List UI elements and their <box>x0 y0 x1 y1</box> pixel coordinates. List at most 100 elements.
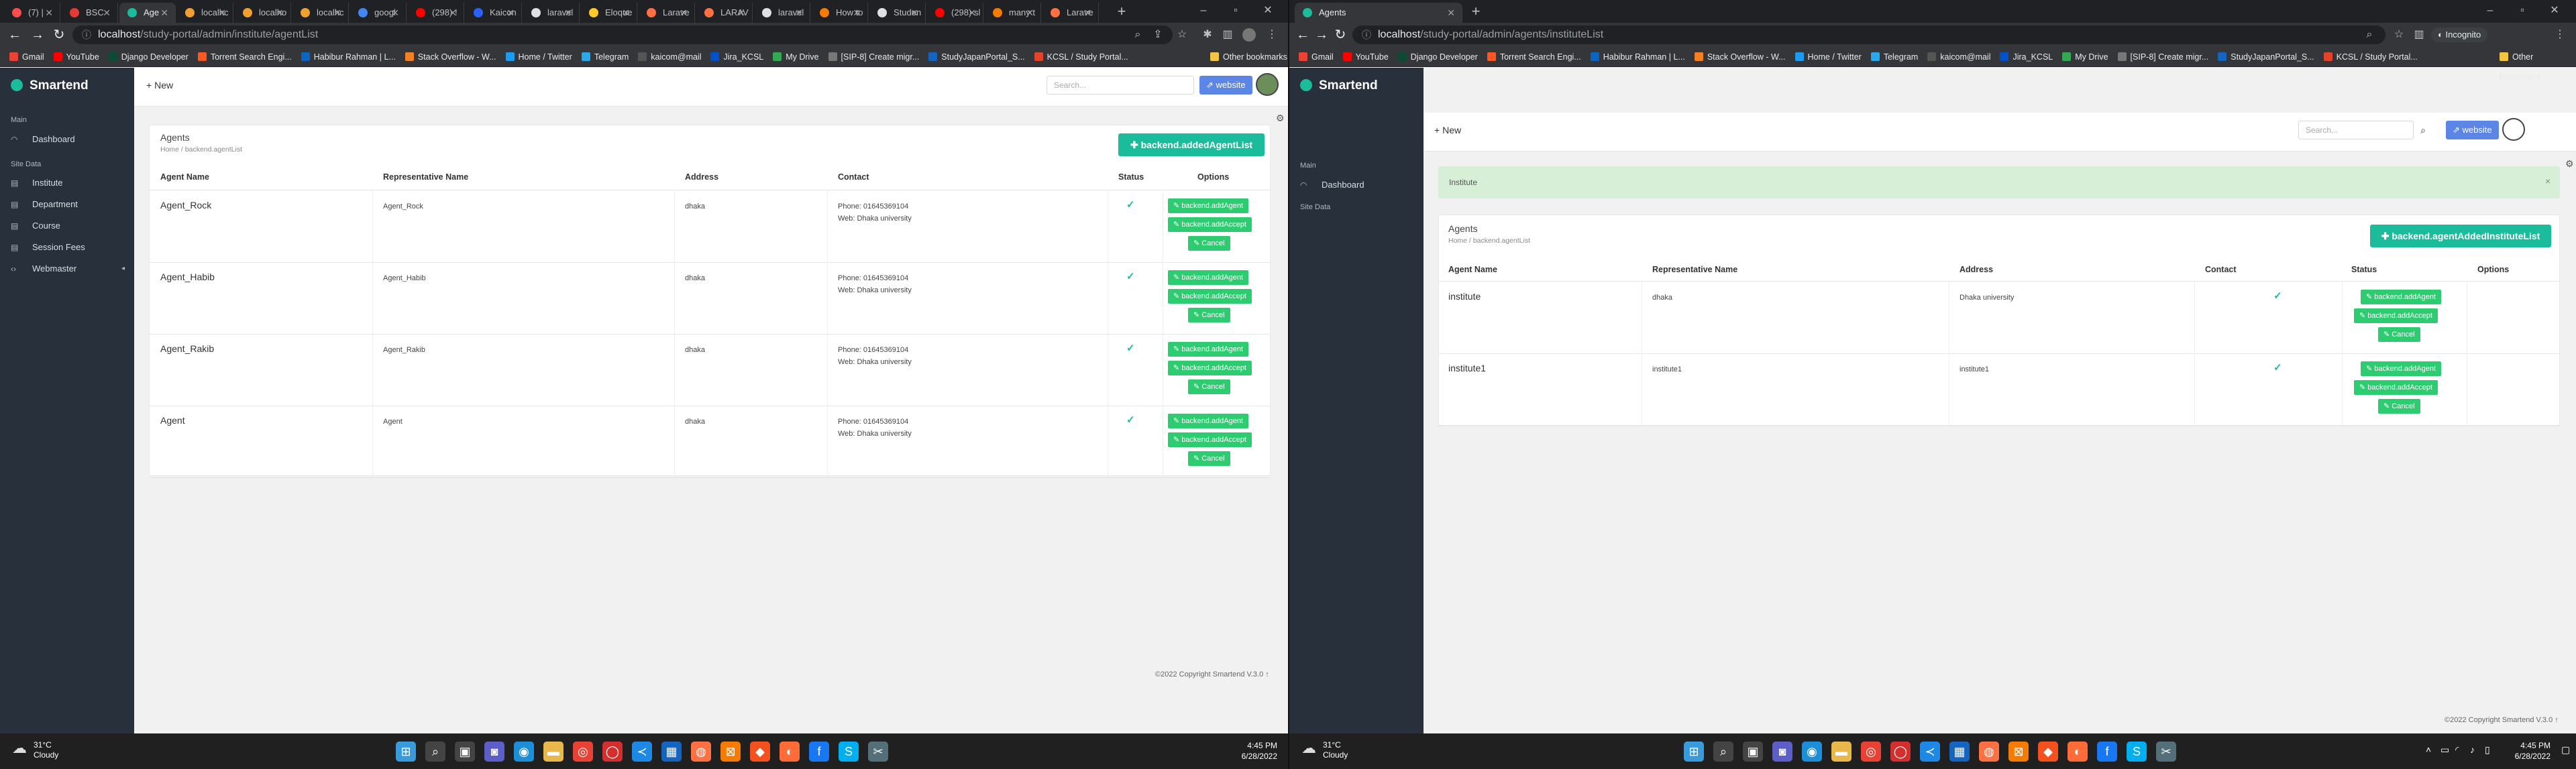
close-tab-icon[interactable]: ✕ <box>45 3 53 23</box>
close-tab-icon[interactable]: ✕ <box>218 3 226 23</box>
add-agent-button[interactable]: ✎ backend.addAgent <box>1168 198 1249 213</box>
zoom-icon[interactable]: ⌕ <box>1131 28 1144 42</box>
forward-icon[interactable]: → <box>1313 27 1330 43</box>
other-bookmarks[interactable]: Other bookmarks <box>2500 47 2576 87</box>
bookmark-item[interactable]: Home / Twitter <box>505 47 572 66</box>
bookmark-item[interactable]: Habibur Rahman | L... <box>301 47 396 66</box>
close-tab-icon[interactable]: ✕ <box>506 3 515 23</box>
close-tab-icon[interactable]: ✕ <box>160 3 168 23</box>
search-input[interactable]: Search... <box>1046 76 1194 95</box>
browser-tab[interactable]: Larave ✕ <box>1042 3 1099 23</box>
bookmark-item[interactable]: StudyJapanPortal_S... <box>2218 47 2314 66</box>
website-button[interactable]: ⇗ website <box>2446 121 2499 139</box>
clock[interactable]: 4:45 PM 6/28/2022 <box>2508 740 2551 762</box>
file-explorer-icon[interactable]: ▬ <box>1831 742 1851 762</box>
close-tab-icon[interactable]: ✕ <box>853 3 861 23</box>
task-view-icon[interactable]: ▣ <box>1743 742 1763 762</box>
browser-tab[interactable]: googl ✕ <box>350 3 407 23</box>
edge-icon[interactable]: ◉ <box>1802 742 1822 762</box>
sidebar-item-course[interactable]: ▤ Course <box>0 216 134 236</box>
user-avatar[interactable] <box>2502 118 2525 141</box>
close-tab-icon[interactable]: ✕ <box>333 3 341 23</box>
close-tab-icon[interactable]: ✕ <box>1447 3 1455 23</box>
col-status[interactable]: Status <box>1118 172 1144 182</box>
app-icon[interactable]: ▦ <box>1949 742 1970 762</box>
search-input[interactable]: Search... <box>2298 121 2414 139</box>
facebook-icon[interactable]: f <box>809 742 829 762</box>
col-contact[interactable]: Contact <box>2205 265 2237 274</box>
firefox-icon[interactable]: ◍ <box>691 742 711 762</box>
task-view-icon[interactable]: ▣ <box>455 742 475 762</box>
cancel-button[interactable]: ✎ Cancel <box>1188 451 1230 466</box>
bookmark-item[interactable]: KCSL / Study Portal... <box>1034 47 1128 66</box>
browser-tab[interactable]: Studen ✕ <box>869 3 926 23</box>
share-icon[interactable]: ⇪ <box>1151 28 1165 42</box>
add-agent-list-button[interactable]: ✚ backend.addedAgentList <box>1118 133 1265 156</box>
add-accept-button[interactable]: ✎ backend.addAccept <box>1168 432 1252 447</box>
reload-icon[interactable]: ↻ <box>1332 27 1348 43</box>
info-icon[interactable]: ⓘ <box>1362 25 1371 44</box>
bookmark-item[interactable]: Telegram <box>1870 47 1918 66</box>
window-controls[interactable]: – ▫ ✕ <box>2474 0 2575 23</box>
bookmark-item[interactable]: Gmail <box>1299 47 1334 66</box>
browser-tab[interactable]: many t ✕ <box>985 3 1041 23</box>
add-agent-button[interactable]: ✎ backend.addAgent <box>1168 414 1249 428</box>
teams-icon[interactable]: ◙ <box>1772 742 1792 762</box>
add-agent-button[interactable]: ✎ backend.addAgent <box>1168 342 1249 357</box>
close-tab-icon[interactable]: ✕ <box>449 3 457 23</box>
snip-icon[interactable]: ✂ <box>868 742 888 762</box>
extensions-icon[interactable]: ✱ <box>1201 28 1214 42</box>
add-accept-button[interactable]: ✎ backend.addAccept <box>1168 217 1252 232</box>
back-icon[interactable]: ← <box>7 27 23 43</box>
bookmark-item[interactable]: Habibur Rahman | L... <box>1590 47 1685 66</box>
new-tab-button[interactable]: + <box>1112 3 1131 21</box>
battery-icon[interactable]: ▯ <box>2485 744 2490 756</box>
new-tab-button[interactable]: + <box>1466 3 1485 21</box>
close-tab-icon[interactable]: ✕ <box>795 3 803 23</box>
facebook-icon[interactable]: f <box>2097 742 2117 762</box>
browser-tab[interactable]: localhc ✕ <box>292 3 349 23</box>
browser-tab[interactable]: laravel ✕ <box>754 3 810 23</box>
close-tab-icon[interactable]: ✕ <box>391 3 399 23</box>
other-bookmarks[interactable]: Other bookmarks <box>1210 47 1287 67</box>
close-tab-icon[interactable]: ✕ <box>737 3 745 23</box>
side-panel-icon[interactable]: ▥ <box>2412 28 2426 42</box>
skype-icon[interactable]: S <box>2127 742 2147 762</box>
col-agent-name[interactable]: Agent Name <box>1448 265 1497 274</box>
sidebar-item-session-fees[interactable]: ▤ Session Fees <box>0 237 134 257</box>
bookmark-item[interactable]: KCSL / Study Portal... <box>2323 47 2418 66</box>
opera-icon[interactable]: ◯ <box>1890 742 1911 762</box>
postman-icon[interactable]: ◐ <box>2068 742 2088 762</box>
back-icon[interactable]: ← <box>1295 27 1311 43</box>
windows-start-icon[interactable]: ⊞ <box>1684 742 1704 762</box>
col-options[interactable]: Options <box>1197 172 1229 182</box>
gear-icon[interactable]: ⚙ <box>1276 113 1285 124</box>
xampp-icon[interactable]: ⊠ <box>2008 742 2029 762</box>
bookmark-item[interactable]: Jira_KCSL <box>710 47 763 66</box>
add-agent-button[interactable]: ✎ backend.addAgent <box>2361 290 2442 304</box>
close-window-icon[interactable]: ✕ <box>1252 0 1284 21</box>
col-status[interactable]: Status <box>2351 265 2377 274</box>
bookmark-item[interactable]: Home / Twitter <box>1794 47 1862 66</box>
search-icon[interactable]: ⌕ <box>1713 742 1733 762</box>
close-tab-icon[interactable]: ✕ <box>910 3 918 23</box>
volume-icon[interactable]: ♪ <box>2470 744 2475 755</box>
weather-widget[interactable]: ☁ 31°C Cloudy <box>1301 740 1348 760</box>
menu-icon[interactable]: ⋮ <box>1265 28 1279 42</box>
zoom-icon[interactable]: ⌕ <box>2363 28 2376 42</box>
bookmark-item[interactable]: Django Developer <box>108 47 189 66</box>
windows-start-icon[interactable]: ⊞ <box>396 742 416 762</box>
close-tab-icon[interactable]: ✕ <box>968 3 976 23</box>
add-accept-button[interactable]: ✎ backend.addAccept <box>2354 308 2438 323</box>
git-icon[interactable]: ◆ <box>2038 742 2058 762</box>
bookmark-item[interactable]: Telegram <box>581 47 629 66</box>
search-icon[interactable]: ⌕ <box>425 742 445 762</box>
add-accept-button[interactable]: ✎ backend.addAccept <box>2354 380 2438 395</box>
browser-tab[interactable]: Kaicon ✕ <box>466 3 522 23</box>
arrow-up-icon[interactable]: ↑ <box>1265 670 1269 678</box>
address-bar[interactable]: ⓘ localhost/study-portal/admin/institute/… <box>72 25 1173 44</box>
app-icon[interactable]: ▦ <box>661 742 682 762</box>
bookmark-star-icon[interactable]: ☆ <box>2392 28 2406 42</box>
new-button[interactable]: + New <box>1434 125 1461 135</box>
cancel-button[interactable]: ✎ Cancel <box>1188 236 1230 251</box>
